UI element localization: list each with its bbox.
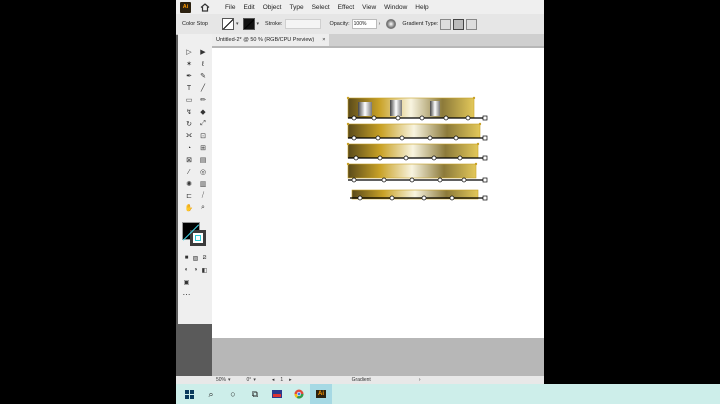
scale-tool-icon[interactable]: ⤢: [196, 118, 210, 130]
home-icon[interactable]: [199, 1, 211, 13]
eyedropper-tool-icon[interactable]: ⁄: [182, 166, 196, 178]
edit-toolbar-icon[interactable]: ⋯: [182, 288, 191, 300]
menu-edit[interactable]: Edit: [243, 4, 254, 11]
artboard-number[interactable]: 1: [280, 377, 283, 383]
gradient-mode-icon[interactable]: ▨: [191, 252, 200, 264]
draw-behind-icon[interactable]: ◑: [191, 264, 200, 276]
direct-selection-tool-icon[interactable]: ▶: [196, 46, 210, 58]
mesh-tool-icon[interactable]: ⊠: [182, 154, 196, 166]
paintbrush-tool-icon[interactable]: ✏: [196, 94, 210, 106]
zoom-level[interactable]: 50%: [216, 377, 226, 383]
slice-tool-icon[interactable]: ⧸: [196, 190, 210, 202]
fill-swatch[interactable]: [222, 18, 234, 30]
pen-tool-icon[interactable]: ✒: [182, 70, 196, 82]
illustrator-logo-icon: Ai: [180, 1, 191, 13]
selection-type-label: Color Stop: [182, 21, 208, 27]
current-tool-status[interactable]: Gradient: [352, 377, 371, 383]
stroke-swatch[interactable]: [242, 18, 255, 30]
opacity-field[interactable]: 100%: [351, 19, 377, 29]
status-bar: 50% ▾ 0° ▾ ◂ 1 ▸ Gradient ›: [176, 376, 544, 384]
photos-app-icon[interactable]: [266, 384, 288, 404]
gradient-type-label: Gradient Type:: [402, 21, 439, 27]
document-tab-bar: Untitled-2* @ 50 % (RGB/CPU Preview) ×: [212, 34, 544, 46]
freeform-gradient-button[interactable]: [466, 18, 478, 30]
search-icon[interactable]: ⌕: [200, 384, 222, 404]
fill-stroke-swatches[interactable]: [182, 222, 208, 248]
linear-gradient-button[interactable]: [440, 18, 452, 30]
menu-type[interactable]: Type: [289, 4, 303, 11]
shaper-tool-icon[interactable]: ↯: [182, 106, 196, 118]
menu-help[interactable]: Help: [415, 4, 428, 11]
hand-tool-icon[interactable]: ✋: [182, 202, 196, 214]
rotate-tool-icon[interactable]: ↻: [182, 118, 196, 130]
screen-mode-icon[interactable]: ▣: [182, 276, 191, 288]
menu-bar: Ai File Edit Object Type Select Effect V…: [176, 0, 544, 14]
menu-file[interactable]: File: [225, 4, 235, 11]
eraser-tool-icon[interactable]: ◆: [196, 106, 210, 118]
color-mode-buttons: ■ ▨ ⧄ ◐ ◑ ◧ ▣ ⋯: [182, 252, 209, 300]
artboard-tool-icon[interactable]: ⊏: [182, 190, 196, 202]
column-graph-tool-icon[interactable]: ▥: [196, 178, 210, 190]
menu-effect[interactable]: Effect: [338, 4, 355, 11]
artboard-next-icon[interactable]: ▸: [289, 377, 292, 383]
color-mode-icon[interactable]: ■: [182, 252, 191, 264]
tools-panel: ▷ ▶ ✶ ℓ ✒ ✎ T ╱ ▭ ✏ ↯ ◆ ↻ ⤢ ⟗ ⊡ ◔ ⊞ ⊠ ▤ …: [178, 34, 212, 324]
tool-grid: ▷ ▶ ✶ ℓ ✒ ✎ T ╱ ▭ ✏ ↯ ◆ ↻ ⤢ ⟗ ⊡ ◔ ⊞ ⊠ ▤ …: [182, 46, 210, 214]
stroke-weight-field[interactable]: [285, 19, 322, 29]
fill-dropdown-icon[interactable]: ▾: [236, 21, 239, 27]
document-canvas[interactable]: [212, 46, 544, 376]
draw-normal-icon[interactable]: ◐: [182, 264, 191, 276]
artboard-prev-icon[interactable]: ◂: [272, 377, 275, 383]
menu-window[interactable]: Window: [384, 4, 407, 11]
zoom-dropdown-icon[interactable]: ▾: [228, 377, 231, 383]
document-tab[interactable]: Untitled-2* @ 50 % (RGB/CPU Preview) ×: [212, 34, 330, 46]
cortana-icon[interactable]: ○: [222, 384, 244, 404]
blank-slot: [191, 276, 200, 288]
stroke-dropdown-icon[interactable]: ▾: [257, 21, 260, 27]
control-bar: Color Stop ▾ ▾ Stroke: Opacity: 100% › G…: [176, 14, 544, 35]
blank-slot: [200, 276, 209, 288]
menu-view[interactable]: View: [362, 4, 376, 11]
type-tool-icon[interactable]: T: [182, 82, 196, 94]
magic-wand-tool-icon[interactable]: ✶: [182, 58, 196, 70]
close-tab-icon[interactable]: ×: [322, 34, 325, 46]
windows-start-icon[interactable]: [178, 384, 200, 404]
illustrator-taskbar-icon[interactable]: Ai: [310, 384, 332, 404]
opacity-dropdown-icon[interactable]: ›: [379, 21, 381, 27]
lasso-tool-icon[interactable]: ℓ: [196, 58, 210, 70]
rotation-dropdown-icon[interactable]: ▾: [253, 377, 256, 383]
menu-items: File Edit Object Type Select Effect View…: [225, 4, 429, 11]
stroke-label: Stroke:: [265, 21, 283, 27]
artboard[interactable]: [212, 48, 544, 338]
selection-tool-icon[interactable]: ▷: [182, 46, 196, 58]
shape-builder-tool-icon[interactable]: ◔: [182, 142, 196, 154]
document-tab-title: Untitled-2* @ 50 % (RGB/CPU Preview): [216, 37, 315, 43]
menu-object[interactable]: Object: [263, 4, 282, 11]
rotation-value[interactable]: 0°: [247, 377, 252, 383]
blend-tool-icon[interactable]: ◎: [196, 166, 210, 178]
zoom-tool-icon[interactable]: ⌕: [196, 202, 210, 214]
menu-select[interactable]: Select: [312, 4, 330, 11]
symbol-sprayer-tool-icon[interactable]: ✺: [182, 178, 196, 190]
windows-taskbar: ⌕ ○ ⧉ Ai: [176, 384, 720, 404]
gradient-tool-icon[interactable]: ▤: [196, 154, 210, 166]
chrome-icon[interactable]: [288, 384, 310, 404]
illustrator-window: Ai File Edit Object Type Select Effect V…: [176, 0, 544, 384]
style-icon[interactable]: [386, 19, 397, 29]
opacity-label: Opacity:: [329, 21, 350, 27]
radial-gradient-button[interactable]: [453, 18, 465, 30]
rectangle-tool-icon[interactable]: ▭: [182, 94, 196, 106]
line-tool-icon[interactable]: ╱: [196, 82, 210, 94]
none-mode-icon[interactable]: ⧄: [200, 252, 209, 264]
curvature-tool-icon[interactable]: ✎: [196, 70, 210, 82]
stroke-color-swatch[interactable]: [190, 230, 206, 246]
gradient-artwork[interactable]: [340, 92, 490, 222]
free-transform-tool-icon[interactable]: ⊡: [196, 130, 210, 142]
status-expand-icon[interactable]: ›: [419, 377, 421, 383]
draw-inside-icon[interactable]: ◧: [200, 264, 209, 276]
task-view-icon[interactable]: ⧉: [244, 384, 266, 404]
perspective-grid-tool-icon[interactable]: ⊞: [196, 142, 210, 154]
width-tool-icon[interactable]: ⟗: [182, 130, 196, 142]
